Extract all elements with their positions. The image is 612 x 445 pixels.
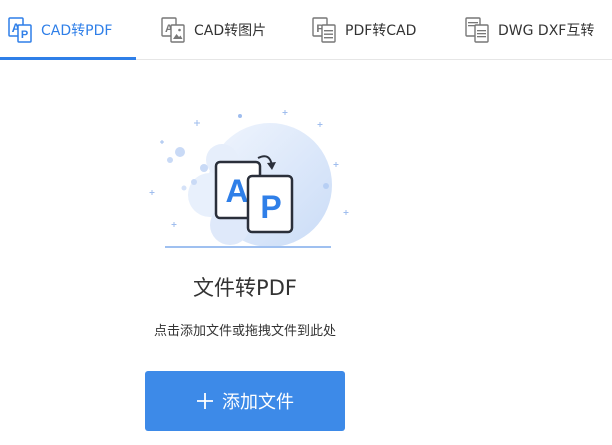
page-title: 文件转PDF (193, 276, 297, 300)
file-convert-illustration: A P (149, 110, 349, 248)
illustration-letter-p: P (260, 189, 281, 225)
add-file-button[interactable]: 添加文件 (145, 371, 345, 431)
cad-to-image-icon: A (161, 17, 185, 43)
pdf-to-cad-icon: P (312, 17, 336, 43)
drop-zone-hint: 点击添加文件或拖拽文件到此处 (153, 324, 336, 339)
plus-icon (197, 393, 213, 409)
tab-cad-to-pdf[interactable]: A P CAD转PDF (8, 0, 112, 60)
conversion-tabs: A P CAD转PDF A CAD转图片 P PDF转CAD DWG DXF互转 (0, 0, 612, 60)
add-file-label: 添加文件 (222, 392, 294, 413)
cad-to-pdf-icon: A P (8, 17, 32, 43)
tab-label: DWG DXF互转 (498, 23, 595, 39)
illustration-letter-a: A (225, 173, 248, 209)
svg-text:P: P (21, 29, 28, 41)
tab-cad-to-image[interactable]: A CAD转图片 (161, 0, 266, 60)
tab-label: CAD转PDF (41, 23, 113, 39)
tab-label: CAD转图片 (194, 23, 267, 39)
tab-dwg-dxf-convert[interactable]: DWG DXF互转 (465, 0, 594, 60)
tab-pdf-to-cad[interactable]: P PDF转CAD (312, 0, 416, 60)
dwg-dxf-convert-icon (465, 17, 489, 43)
tab-label: PDF转CAD (345, 23, 417, 39)
active-tab-indicator (0, 57, 136, 60)
